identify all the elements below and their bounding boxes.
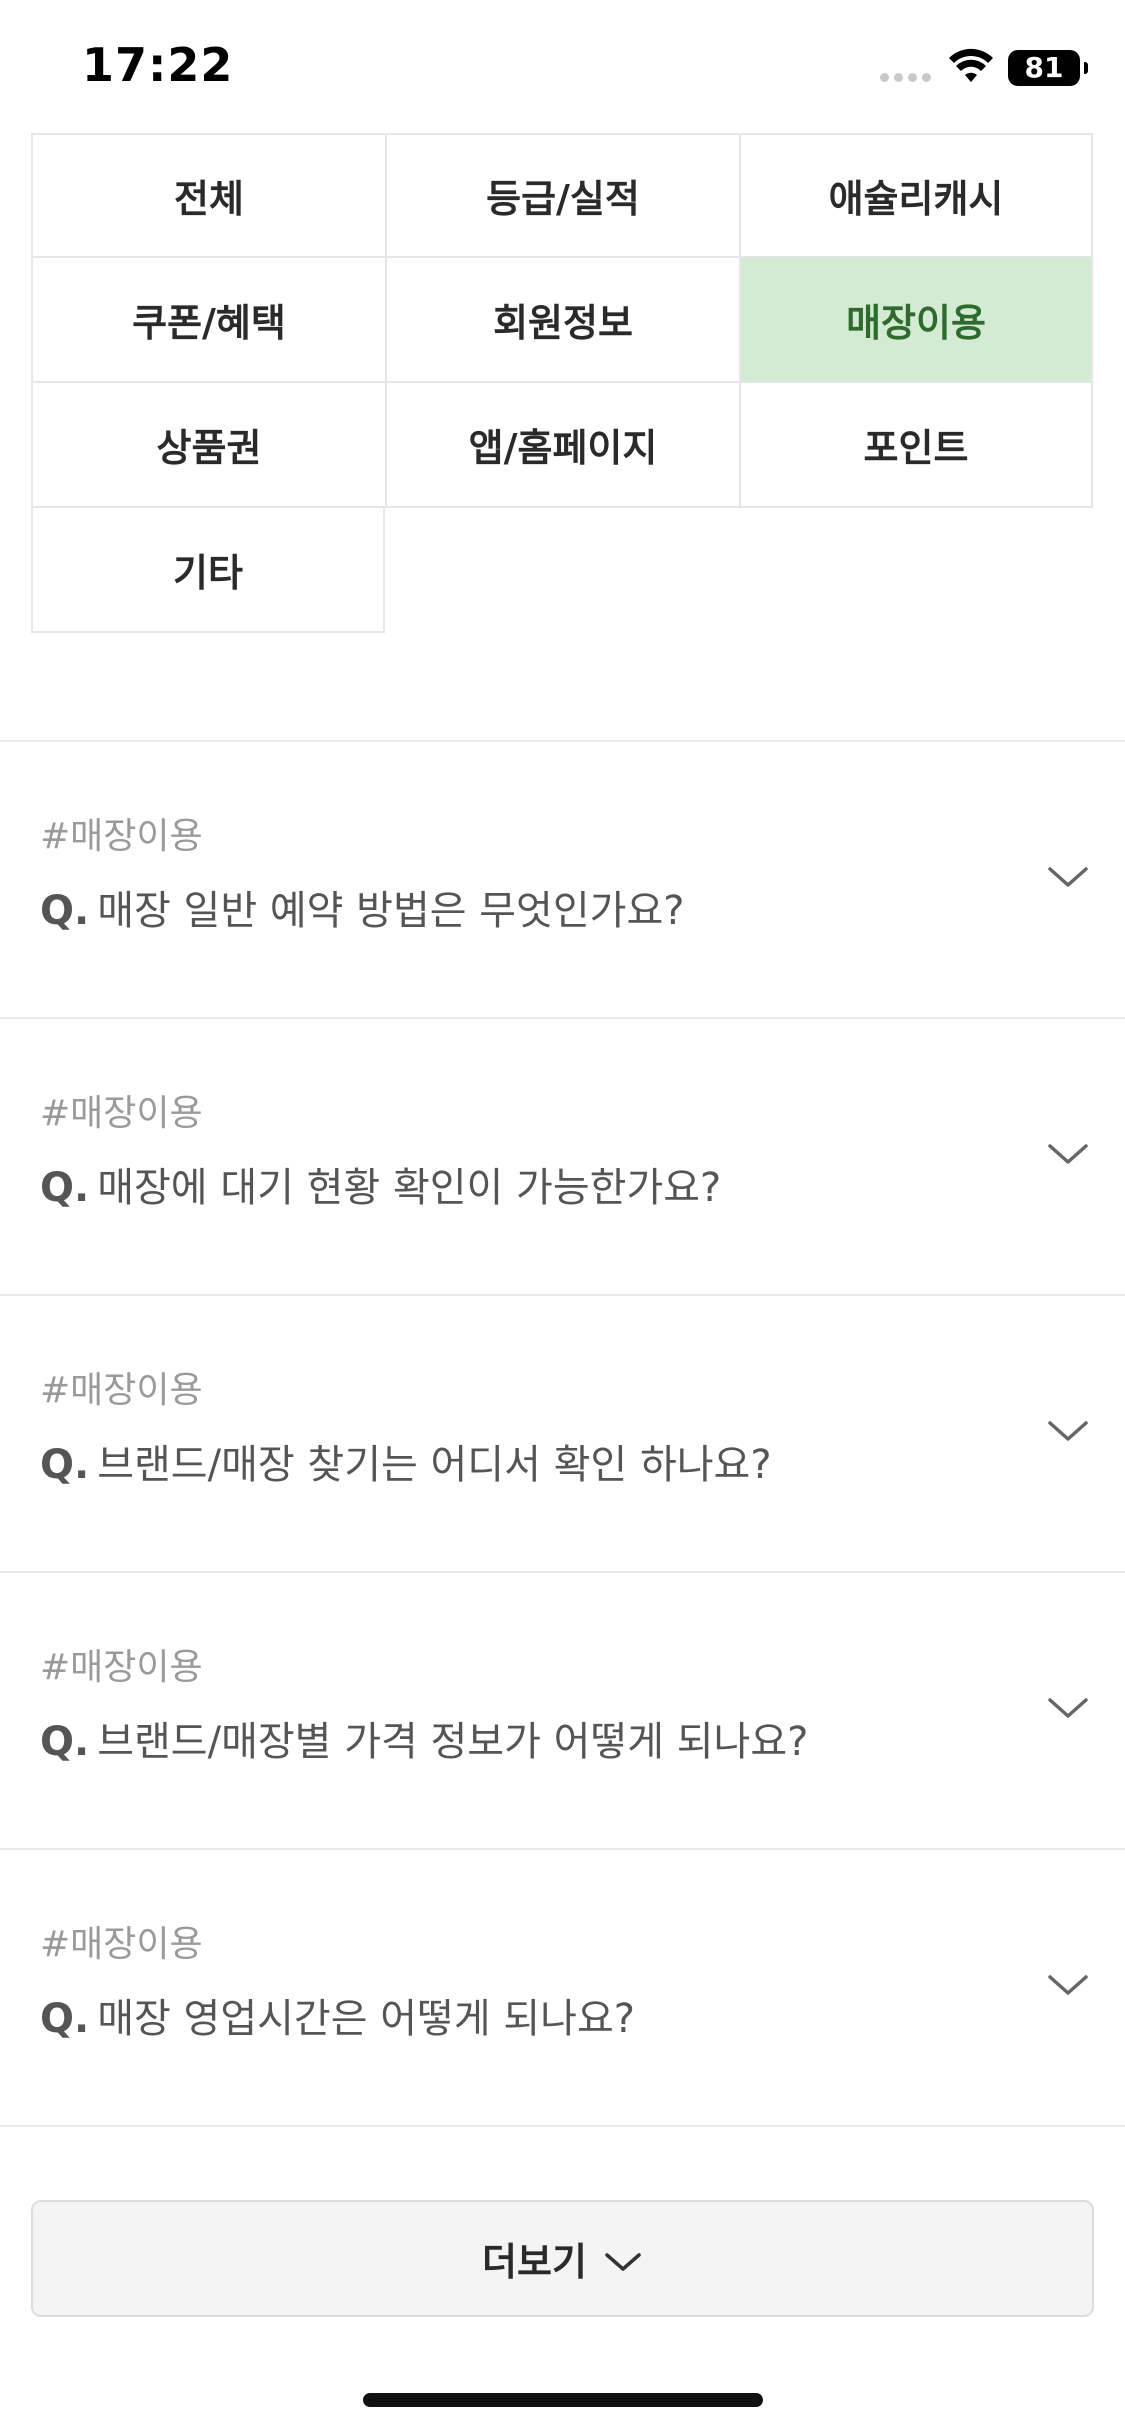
faq-tag: #매장이용 <box>40 1647 203 1688</box>
faq-question: Q. 매장 영업시간은 어떻게 되나요? <box>40 1986 635 2044</box>
chevron-down-icon[interactable] <box>1046 1693 1090 1723</box>
faq-tag: #매장이용 <box>40 1370 203 1411</box>
faq-q-prefix: Q. <box>40 1165 90 1211</box>
faq-question-text: 브랜드/매장별 가격 정보가 어떻게 되나요? <box>97 1719 809 1765</box>
faq-tag: #매장이용 <box>40 1093 203 1134</box>
faq-question: Q. 매장에 대기 현황 확인이 가능한가요? <box>40 1155 721 1213</box>
status-bar: 17:22 81 <box>0 0 1125 130</box>
more-button-label: 더보기 <box>482 2240 587 2284</box>
category-grade-performance[interactable]: 등급/실적 <box>385 133 741 258</box>
faq-q-prefix: Q. <box>40 1719 90 1765</box>
category-all[interactable]: 전체 <box>31 133 387 258</box>
category-app-homepage[interactable]: 앱/홈페이지 <box>385 381 741 508</box>
faq-q-prefix: Q. <box>40 1996 90 2042</box>
home-indicator[interactable] <box>363 2393 763 2407</box>
faq-question-text: 매장 일반 예약 방법은 무엇인가요? <box>97 888 685 934</box>
chevron-down-icon <box>605 2252 641 2271</box>
faq-q-prefix: Q. <box>40 1442 90 1488</box>
category-gift-card[interactable]: 상품권 <box>31 381 387 508</box>
category-point[interactable]: 포인트 <box>739 381 1093 508</box>
faq-list: #매장이용 Q. 매장 일반 예약 방법은 무엇인가요? #매장이용 Q. 매장에 … <box>0 742 1125 2127</box>
faq-question: Q. 매장 일반 예약 방법은 무엇인가요? <box>40 878 685 936</box>
category-ashley-cash[interactable]: 애슐리캐시 <box>739 133 1093 258</box>
category-member-info[interactable]: 회원정보 <box>385 256 741 383</box>
status-time: 17:22 <box>82 38 234 92</box>
more-button[interactable]: 더보기 <box>31 2200 1094 2317</box>
faq-item[interactable]: #매장이용 Q. 브랜드/매장별 가격 정보가 어떻게 되나요? <box>0 1573 1125 1850</box>
cellular-signal-icon <box>880 73 934 85</box>
faq-item[interactable]: #매장이용 Q. 매장 영업시간은 어떻게 되나요? <box>0 1850 1125 2127</box>
chevron-down-icon[interactable] <box>1046 1139 1090 1169</box>
category-coupon-benefit[interactable]: 쿠폰/혜택 <box>31 256 387 383</box>
faq-q-prefix: Q. <box>40 888 90 934</box>
battery-icon: 81 <box>1008 50 1088 86</box>
faq-question-text: 매장 영업시간은 어떻게 되나요? <box>97 1996 635 2042</box>
faq-item[interactable]: #매장이용 Q. 매장 일반 예약 방법은 무엇인가요? <box>0 742 1125 1019</box>
faq-tag: #매장이용 <box>40 1924 203 1965</box>
chevron-down-icon[interactable] <box>1046 862 1090 892</box>
chevron-down-icon[interactable] <box>1046 1416 1090 1446</box>
category-etc[interactable]: 기타 <box>31 506 385 633</box>
faq-item[interactable]: #매장이용 Q. 브랜드/매장 찾기는 어디서 확인 하나요? <box>0 1296 1125 1573</box>
faq-item[interactable]: #매장이용 Q. 매장에 대기 현황 확인이 가능한가요? <box>0 1019 1125 1296</box>
faq-question-text: 브랜드/매장 찾기는 어디서 확인 하나요? <box>97 1442 772 1488</box>
category-store-use[interactable]: 매장이용 <box>739 256 1093 383</box>
faq-tag: #매장이용 <box>40 816 203 857</box>
faq-question-text: 매장에 대기 현황 확인이 가능한가요? <box>97 1165 722 1211</box>
wifi-icon <box>949 48 993 82</box>
chevron-down-icon[interactable] <box>1046 1970 1090 2000</box>
faq-question: Q. 브랜드/매장별 가격 정보가 어떻게 되나요? <box>40 1709 808 1767</box>
faq-question: Q. 브랜드/매장 찾기는 어디서 확인 하나요? <box>40 1432 772 1490</box>
